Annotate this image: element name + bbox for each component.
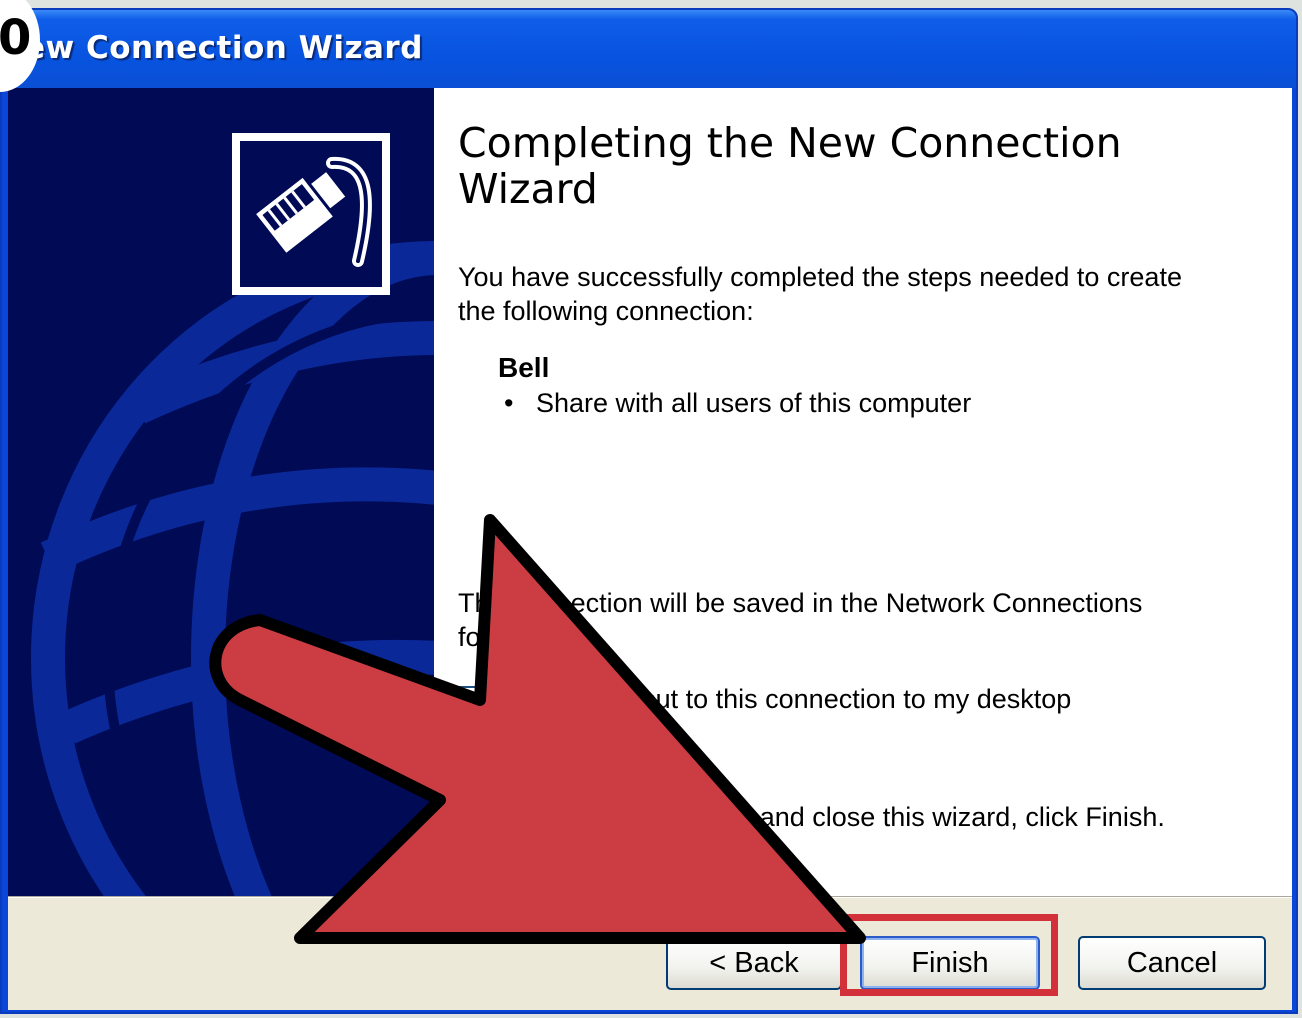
connection-name: Bell [498,352,550,383]
list-item: • Share with all users of this computer [504,388,972,418]
title-bar[interactable]: ew Connection Wizard [2,10,1296,88]
shortcut-checkbox[interactable] [458,686,484,712]
window-title: ew Connection Wizard [24,30,423,66]
intro-text: You have successfully completed the step… [458,262,1182,326]
wizard-window: ew Connection Wizard Completing the New … [0,8,1298,1014]
finish-highlight-box [840,914,1058,996]
network-cable-icon [232,133,390,295]
finish-instruction-text: To create the connection and close this … [458,802,1165,832]
connection-detail: Share with all users of this computer [536,388,972,418]
save-note-text: The connection will be saved in the Netw… [458,588,1143,652]
cancel-button[interactable]: Cancel [1078,936,1266,990]
divider [8,896,1292,898]
shortcut-checkbox-label[interactable]: Add a shortcut to this connection to my … [504,684,1071,715]
wizard-side-panel [8,88,434,896]
wizard-content: Completing the New Connection Wizard You… [434,88,1292,896]
step-number: 0 [0,10,32,66]
page-title: Completing the New Connection Wizard [458,119,1122,213]
wizard-client-area: Completing the New Connection Wizard You… [8,88,1292,1010]
back-button[interactable]: < Back [666,936,842,990]
